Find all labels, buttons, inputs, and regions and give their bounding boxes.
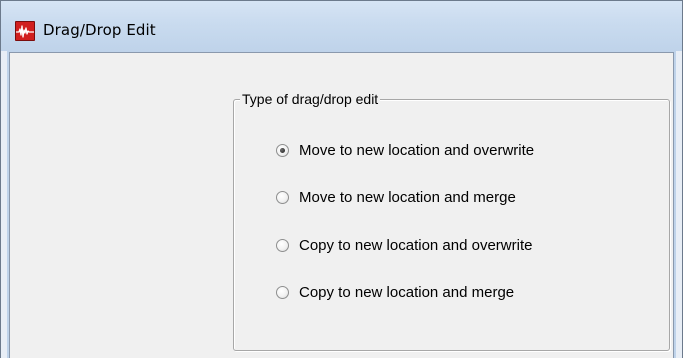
- option-copy-merge[interactable]: Copy to new location and merge: [276, 282, 514, 302]
- radio-button-checked[interactable]: [276, 143, 289, 157]
- option-move-merge[interactable]: Move to new location and merge: [276, 187, 516, 207]
- option-label: Move to new location and merge: [299, 188, 516, 206]
- dialog-client-area: Type of drag/drop edit Move to new locat…: [9, 52, 674, 358]
- waveform-app-icon: [15, 21, 35, 41]
- title-bar[interactable]: Drag/Drop Edit: [1, 1, 682, 51]
- option-move-overwrite[interactable]: Move to new location and overwrite: [276, 140, 534, 160]
- window-title: Drag/Drop Edit: [43, 21, 156, 39]
- drag-drop-type-group: Type of drag/drop edit Move to new locat…: [233, 91, 670, 351]
- radio-button[interactable]: [276, 190, 289, 204]
- option-label: Copy to new location and merge: [299, 283, 515, 301]
- group-legend: Type of drag/drop edit: [240, 91, 381, 107]
- option-label: Copy to new location and overwrite: [299, 236, 533, 254]
- dialog-window: Drag/Drop Edit Type of drag/drop edit Mo…: [0, 0, 683, 358]
- radio-button[interactable]: [276, 285, 289, 299]
- option-label: Move to new location and overwrite: [299, 141, 535, 159]
- option-copy-overwrite[interactable]: Copy to new location and overwrite: [276, 235, 532, 255]
- radio-button[interactable]: [276, 238, 289, 252]
